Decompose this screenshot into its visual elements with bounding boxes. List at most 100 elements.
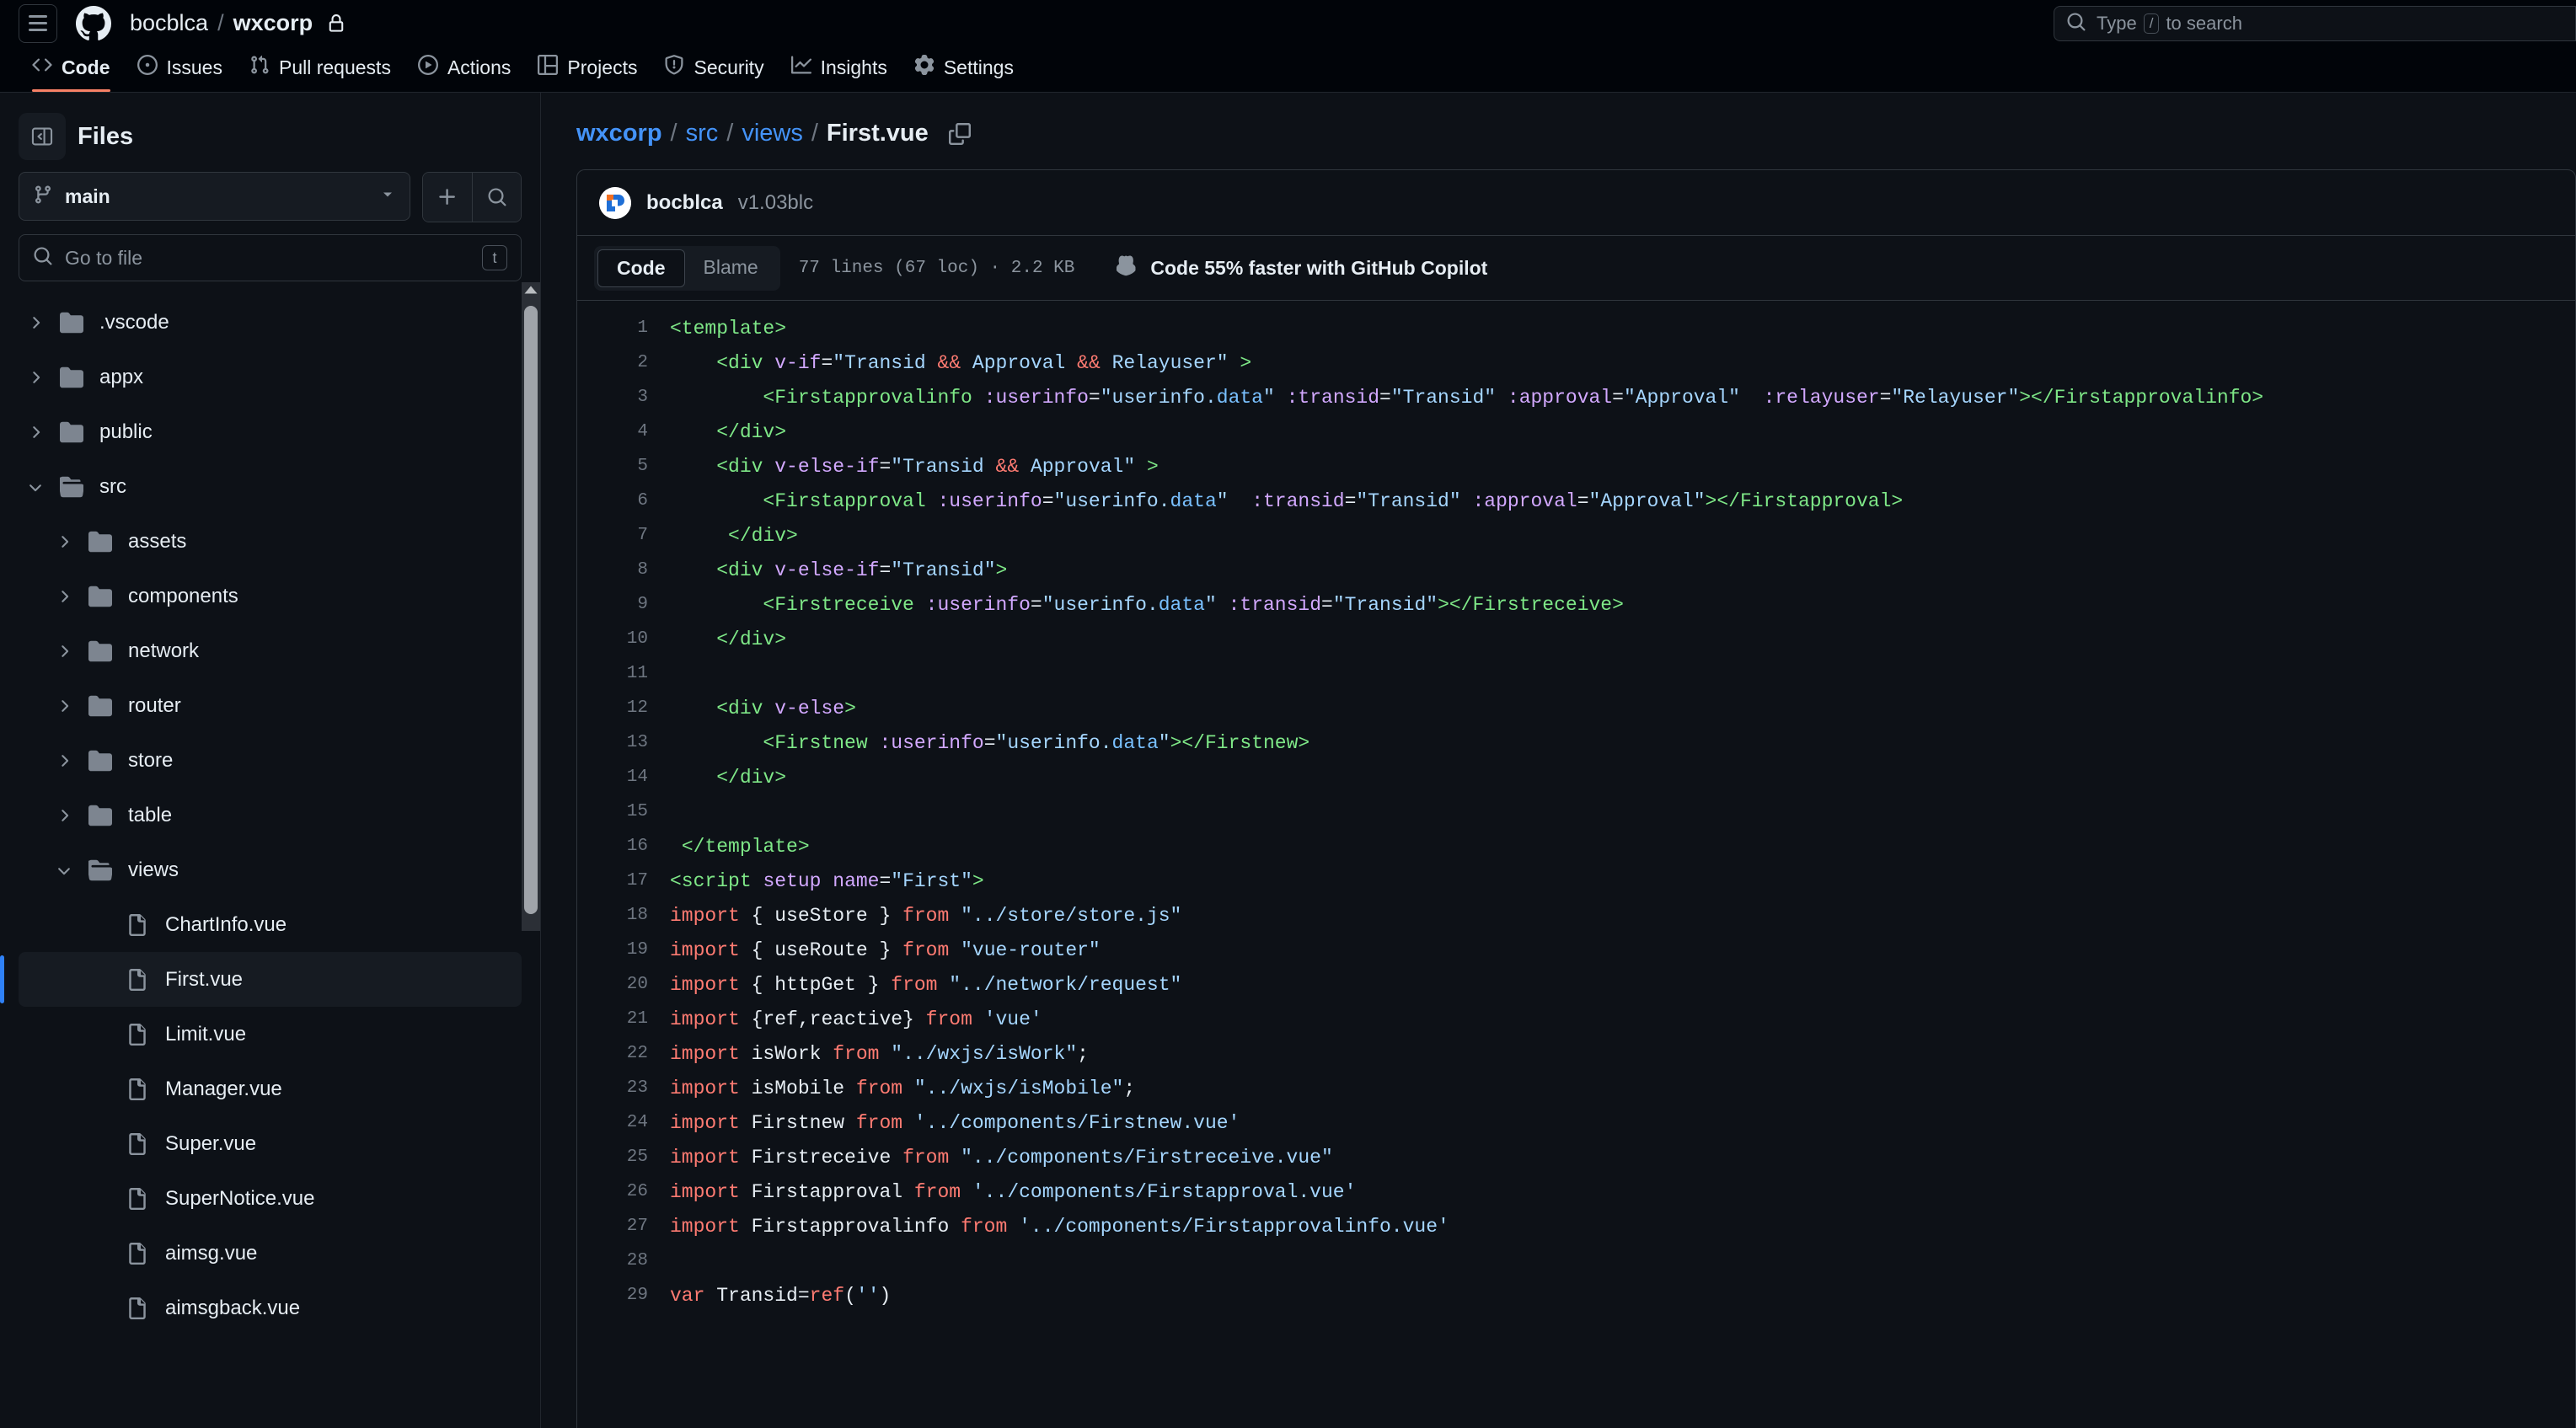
line-number[interactable]: 19	[577, 940, 670, 960]
tree-item-manager-vue[interactable]: Manager.vue	[19, 1062, 522, 1116]
line-number[interactable]: 1	[577, 318, 670, 338]
chevron-right-icon[interactable]	[47, 751, 81, 770]
tab-insights[interactable]: Insights	[778, 55, 901, 92]
chevron-right-icon[interactable]	[19, 423, 52, 441]
sidebar-scrollbar-thumb[interactable]	[524, 306, 538, 914]
tree-item-appx[interactable]: appx	[19, 350, 522, 404]
hamburger-menu-icon[interactable]	[19, 3, 57, 43]
branch-selector[interactable]: main	[19, 172, 410, 221]
breadcrumb-views[interactable]: views	[742, 120, 803, 147]
chevron-down-icon[interactable]	[47, 861, 81, 880]
line-number[interactable]: 6	[577, 491, 670, 511]
tab-blame-view[interactable]: Blame	[685, 249, 777, 287]
scroll-up-arrow-icon[interactable]	[522, 284, 540, 296]
tab-pull-requests[interactable]: Pull requests	[236, 55, 404, 92]
commit-message[interactable]: v1.03blc	[738, 191, 813, 215]
copilot-cta-label: Code 55% faster with GitHub Copilot	[1150, 256, 1488, 279]
tree-item-router[interactable]: router	[19, 678, 522, 733]
lock-icon	[327, 13, 345, 33]
tab-security[interactable]: Security	[651, 55, 777, 92]
tree-item-table[interactable]: table	[19, 788, 522, 842]
tab-actions[interactable]: Actions	[404, 55, 524, 92]
line-number[interactable]: 10	[577, 629, 670, 649]
sidebar-collapse-icon[interactable]	[19, 113, 66, 160]
line-number[interactable]: 20	[577, 975, 670, 994]
breadcrumb-src[interactable]: src	[686, 120, 719, 147]
line-number[interactable]: 7	[577, 526, 670, 545]
add-file-button[interactable]	[423, 173, 472, 222]
line-number[interactable]: 13	[577, 733, 670, 752]
tree-item-assets[interactable]: assets	[19, 514, 522, 569]
line-number[interactable]: 9	[577, 595, 670, 614]
chevron-right-icon[interactable]	[19, 368, 52, 387]
line-content: <div v-if="Transid && Approval && Relayu…	[716, 351, 1252, 374]
chevron-down-icon[interactable]	[19, 478, 52, 496]
tab-projects[interactable]: Projects	[524, 55, 651, 92]
tree-item-views[interactable]: views	[19, 842, 522, 897]
tree-item-network[interactable]: network	[19, 623, 522, 678]
copy-path-icon[interactable]	[948, 122, 971, 145]
chevron-right-icon[interactable]	[47, 532, 81, 551]
tab-settings[interactable]: Settings	[901, 55, 1027, 92]
sidebar-scrollbar[interactable]	[522, 282, 540, 931]
tree-item-vscode[interactable]: .vscode	[19, 295, 522, 350]
line-number[interactable]: 4	[577, 422, 670, 441]
line-number[interactable]: 23	[577, 1078, 670, 1098]
line-number[interactable]: 25	[577, 1147, 670, 1167]
search-files-button[interactable]	[472, 173, 521, 222]
chevron-right-icon[interactable]	[47, 642, 81, 661]
tab-code-view[interactable]: Code	[597, 249, 685, 287]
line-number[interactable]: 5	[577, 457, 670, 476]
line-number[interactable]: 28	[577, 1251, 670, 1270]
tree-item-components[interactable]: components	[19, 569, 522, 623]
line-number[interactable]: 14	[577, 767, 670, 787]
tree-item-chartinfo-vue[interactable]: ChartInfo.vue	[19, 897, 522, 952]
folder-open-icon	[81, 858, 120, 882]
breadcrumb-separator: /	[811, 120, 818, 147]
line-number[interactable]: 8	[577, 560, 670, 580]
line-content: <Firstapproval :userinfo="userinfo.data"…	[763, 489, 1904, 512]
line-number[interactable]: 21	[577, 1009, 670, 1029]
line-number[interactable]: 2	[577, 353, 670, 372]
search-placeholder-prefix: Type	[2097, 13, 2137, 34]
tree-item-first-vue[interactable]: First.vue	[0, 952, 522, 1007]
repo-name-link[interactable]: wxcorp	[233, 10, 313, 36]
tree-item-aimsg-vue[interactable]: aimsg.vue	[19, 1226, 522, 1281]
tree-item-store[interactable]: store	[19, 733, 522, 788]
github-logo-icon[interactable]	[76, 5, 111, 41]
line-number[interactable]: 27	[577, 1217, 670, 1236]
chevron-right-icon[interactable]	[19, 313, 52, 332]
code-line: 9 <Firstreceive :userinfo="userinfo.data…	[577, 587, 2575, 622]
line-content: </div>	[716, 420, 787, 443]
tree-item-src[interactable]: src	[19, 459, 522, 514]
chevron-right-icon[interactable]	[47, 697, 81, 715]
global-search-input[interactable]: Type / to search	[2054, 6, 2576, 41]
line-number[interactable]: 18	[577, 906, 670, 925]
code-line: 2 <div v-if="Transid && Approval && Rela…	[577, 345, 2575, 380]
tree-item-public[interactable]: public	[19, 404, 522, 459]
tree-item-supernotice-vue[interactable]: SuperNotice.vue	[19, 1171, 522, 1226]
line-number[interactable]: 22	[577, 1044, 670, 1063]
line-number[interactable]: 24	[577, 1113, 670, 1132]
tab-code[interactable]: Code	[19, 55, 124, 92]
tree-item-aimsgback-vue[interactable]: aimsgback.vue	[19, 1281, 522, 1335]
commit-author-link[interactable]: bocblca	[646, 191, 723, 215]
repo-owner-link[interactable]: bocblca	[130, 10, 208, 36]
line-number[interactable]: 15	[577, 802, 670, 821]
line-number[interactable]: 11	[577, 664, 670, 683]
copilot-cta-button[interactable]: Code 55% faster with GitHub Copilot	[1117, 254, 1487, 282]
line-number[interactable]: 29	[577, 1286, 670, 1305]
breadcrumb-wxcorp[interactable]: wxcorp	[576, 120, 662, 147]
go-to-file-input[interactable]: Go to file t	[19, 234, 522, 281]
line-number[interactable]: 17	[577, 871, 670, 890]
chevron-right-icon[interactable]	[47, 806, 81, 825]
tree-item-super-vue[interactable]: Super.vue	[19, 1116, 522, 1171]
tree-item-limit-vue[interactable]: Limit.vue	[19, 1007, 522, 1062]
line-number[interactable]: 12	[577, 698, 670, 718]
line-number[interactable]: 16	[577, 837, 670, 856]
line-number[interactable]: 26	[577, 1182, 670, 1201]
code-content[interactable]: 1 <template> 2 <div v-if="Transid && Appro…	[576, 301, 2576, 1428]
chevron-right-icon[interactable]	[47, 587, 81, 606]
line-number[interactable]: 3	[577, 388, 670, 407]
tab-issues[interactable]: Issues	[124, 55, 236, 92]
